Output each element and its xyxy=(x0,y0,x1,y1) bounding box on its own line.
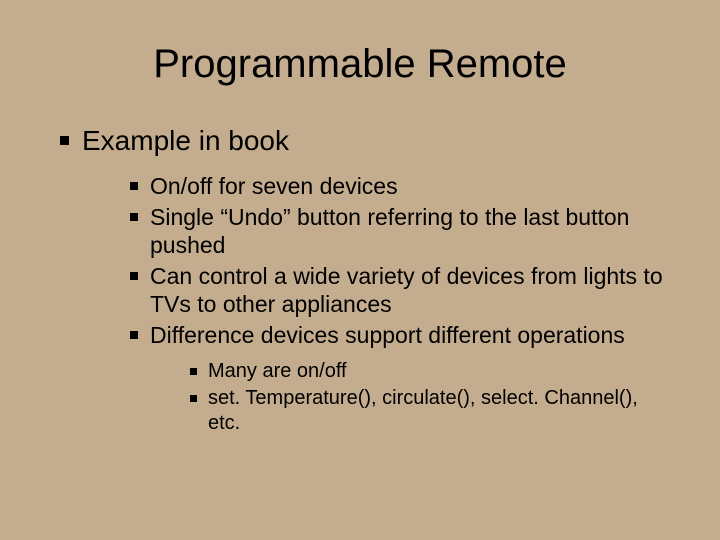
list-item: Many are on/off xyxy=(190,359,672,384)
bullet-list-level-3: Many are on/off set. Temperature(), circ… xyxy=(150,359,672,436)
bullet-text: Can control a wide variety of devices fr… xyxy=(150,263,663,317)
list-item: Can control a wide variety of devices fr… xyxy=(130,262,672,318)
slide-title: Programmable Remote xyxy=(48,42,672,87)
bullet-text: Difference devices support different ope… xyxy=(150,322,625,348)
list-item: Single “Undo” button referring to the la… xyxy=(130,203,672,259)
bullet-text: set. Temperature(), circulate(), select.… xyxy=(208,387,638,434)
list-item: Difference devices support different ope… xyxy=(130,321,672,436)
bullet-list-level-1: Example in book On/off for seven devices… xyxy=(48,123,672,436)
slide: Programmable Remote Example in book On/o… xyxy=(0,0,720,540)
list-item: set. Temperature(), circulate(), select.… xyxy=(190,386,672,436)
bullet-text: Single “Undo” button referring to the la… xyxy=(150,204,629,258)
list-item: Example in book On/off for seven devices… xyxy=(60,123,672,436)
bullet-text: On/off for seven devices xyxy=(150,173,398,199)
bullet-text: Example in book xyxy=(82,125,289,156)
bullet-text: Many are on/off xyxy=(208,360,347,382)
list-item: On/off for seven devices xyxy=(130,172,672,200)
bullet-list-level-2: On/off for seven devices Single “Undo” b… xyxy=(82,172,672,436)
